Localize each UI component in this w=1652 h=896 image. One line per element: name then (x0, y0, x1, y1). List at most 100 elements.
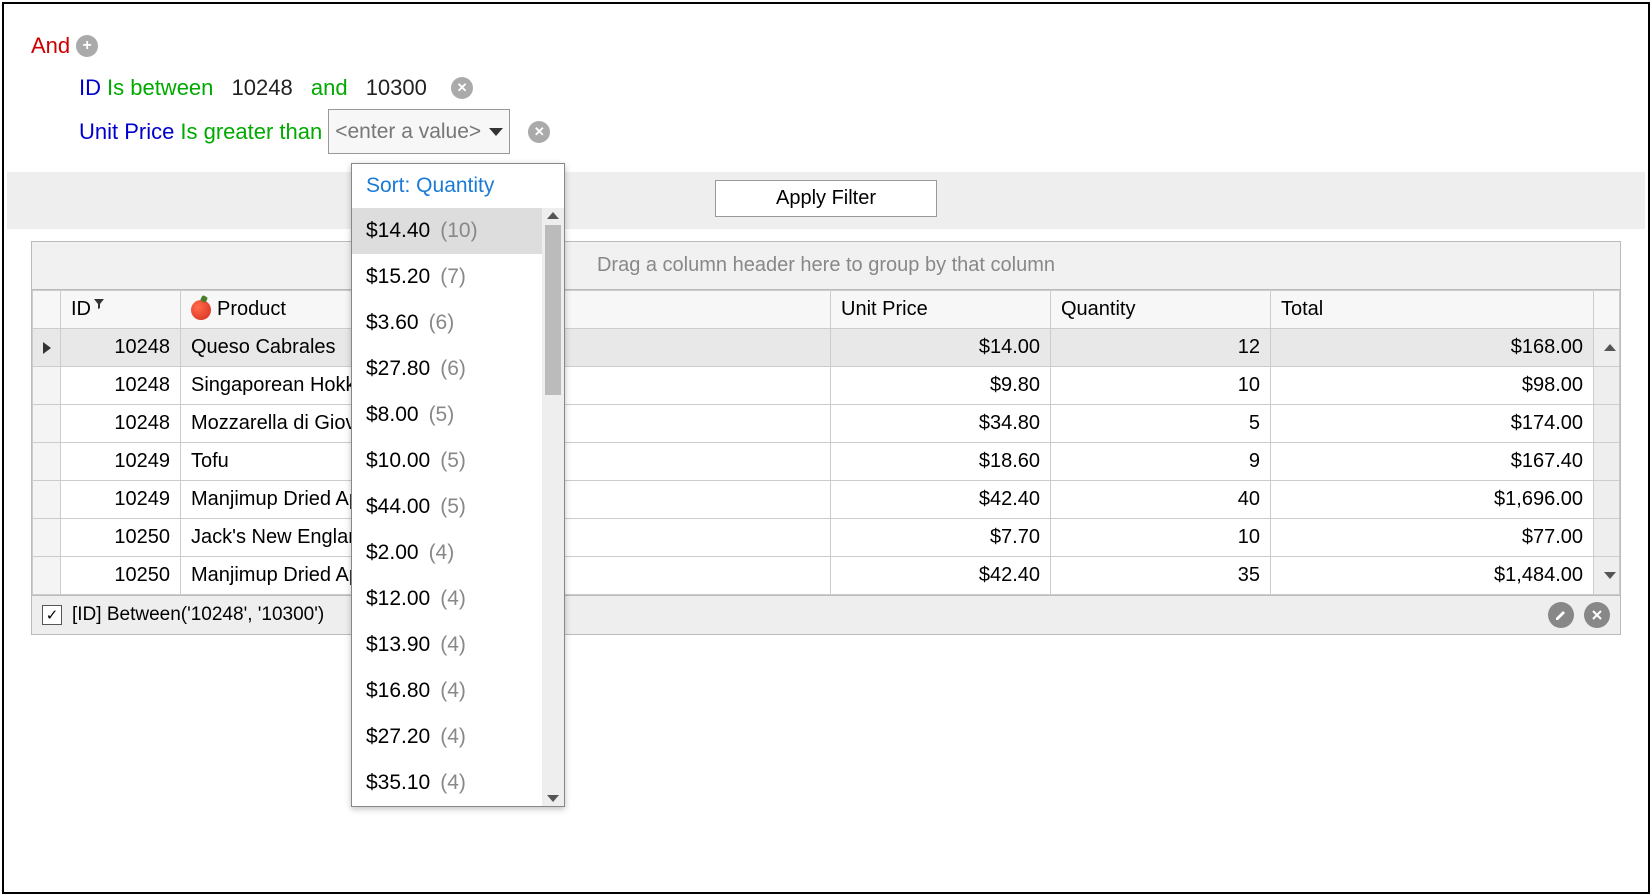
remove-condition-icon[interactable] (451, 77, 473, 99)
remove-condition-icon[interactable] (528, 121, 550, 143)
table-row[interactable]: 10248Queso Cabrales$14.0012$168.00 (33, 329, 1620, 367)
cell-quantity: 5 (1051, 405, 1271, 443)
dropdown-item-value: $27.20 (366, 725, 430, 749)
dropdown-item-count: (10) (440, 219, 477, 243)
cell-quantity: 35 (1051, 557, 1271, 595)
scrollbar-cell[interactable] (1594, 519, 1620, 557)
dropdown-item-count: (5) (440, 449, 466, 473)
dropdown-item[interactable]: $35.10 (4) (352, 760, 542, 806)
column-header-row: ID Product Unit Price Quantity Total (33, 291, 1620, 329)
cell-id: 10249 (61, 443, 181, 481)
table-row[interactable]: 10248Mozzarella di Giovanni$34.805$174.0… (33, 405, 1620, 443)
group-operator[interactable]: And (31, 25, 70, 67)
data-grid: Drag a column header here to group by th… (31, 241, 1621, 635)
dropdown-item[interactable]: $2.00(4) (352, 530, 542, 576)
dropdown-item-value: $3.60 (366, 311, 419, 335)
scrollbar-thumb[interactable] (545, 225, 561, 395)
row-indicator (33, 329, 61, 367)
scrollbar-cell[interactable] (1594, 405, 1620, 443)
dropdown-sort-link[interactable]: Sort: Quantity (352, 164, 564, 208)
dropdown-item-value: $10.00 (366, 449, 430, 473)
dropdown-item-value: $44.00 (366, 495, 430, 519)
dropdown-item[interactable]: $8.00(5) (352, 392, 542, 438)
condition-operator[interactable]: Is between (107, 67, 213, 109)
table-row[interactable]: 10250Jack's New England Clam Chowder$7.7… (33, 519, 1620, 557)
table-row[interactable]: 10248Singaporean Hokkien Fried Mee$9.801… (33, 367, 1620, 405)
scroll-up-icon[interactable] (547, 212, 559, 219)
cell-unit-price: $7.70 (831, 519, 1051, 557)
dropdown-item[interactable]: $10.00 (5) (352, 438, 542, 484)
filter-builder: And ID Is between 10248 and 10300 Unit P… (7, 7, 1645, 172)
value-placeholder: <enter a value> (335, 112, 481, 152)
filter-enabled-checkbox[interactable]: ✓ (42, 605, 62, 625)
column-header-total[interactable]: Total (1271, 291, 1594, 329)
dropdown-item[interactable]: $15.20(7) (352, 254, 542, 300)
dropdown-item[interactable]: $44.00 (5) (352, 484, 542, 530)
dropdown-item-count: (6) (429, 311, 455, 335)
apply-filter-panel: Apply Filter (7, 172, 1645, 229)
row-indicator (33, 481, 61, 519)
dropdown-item[interactable]: $12.00(4) (352, 576, 542, 622)
scrollbar-cell[interactable] (1594, 329, 1620, 367)
dropdown-item-count: (6) (440, 357, 466, 381)
condition-value-1[interactable]: 10248 (232, 67, 293, 109)
row-indicator-header (33, 291, 61, 329)
dropdown-item-value: $2.00 (366, 541, 419, 565)
dropdown-item-count: (5) (440, 495, 466, 519)
cell-id: 10248 (61, 329, 181, 367)
dropdown-item[interactable]: $14.40 (10) (352, 208, 542, 254)
scrollbar-cell[interactable] (1594, 367, 1620, 405)
dropdown-item[interactable]: $13.90(4) (352, 622, 542, 668)
column-header-unit-price[interactable]: Unit Price (831, 291, 1051, 329)
filter-condition: Unit Price Is greater than <enter a valu… (31, 109, 1621, 155)
dropdown-item-value: $16.80 (366, 679, 430, 703)
filter-condition: ID Is between 10248 and 10300 (31, 67, 1621, 109)
cell-unit-price: $14.00 (831, 329, 1051, 367)
table-row[interactable]: 10249Manjimup Dried Apples$42.4040$1,696… (33, 481, 1620, 519)
condition-field[interactable]: Unit Price (79, 111, 174, 153)
scrollbar-header (1594, 291, 1620, 329)
dropdown-item-count: (7) (440, 265, 466, 289)
cell-total: $174.00 (1271, 405, 1594, 443)
scrollbar-cell[interactable] (1594, 443, 1620, 481)
condition-operator[interactable]: Is greater than (180, 111, 322, 153)
cell-unit-price: $18.60 (831, 443, 1051, 481)
dropdown-item-count: (4) (440, 771, 466, 795)
table-row[interactable]: 10250Manjimup Dried Apples$42.4035$1,484… (33, 557, 1620, 595)
condition-field[interactable]: ID (79, 67, 101, 109)
dropdown-item[interactable]: $3.60 (6) (352, 300, 542, 346)
chevron-down-icon[interactable] (489, 128, 503, 136)
apply-filter-button[interactable]: Apply Filter (715, 180, 937, 217)
cell-unit-price: $34.80 (831, 405, 1051, 443)
scroll-down-icon[interactable] (547, 795, 559, 802)
value-dropdown-popup: Sort: Quantity $14.40 (10) $15.20(7) $3.60 (… (351, 163, 565, 807)
cell-unit-price: $42.40 (831, 481, 1051, 519)
table-row[interactable]: 10249Tofu$18.609$167.40 (33, 443, 1620, 481)
clear-filter-icon[interactable] (1584, 602, 1610, 628)
cell-id: 10250 (61, 557, 181, 595)
cell-id: 10250 (61, 519, 181, 557)
filter-icon[interactable] (93, 293, 105, 305)
row-indicator (33, 405, 61, 443)
dropdown-item-value: $8.00 (366, 403, 419, 427)
scrollbar-cell[interactable] (1594, 557, 1620, 595)
cell-quantity: 9 (1051, 443, 1271, 481)
condition-value-2[interactable]: 10300 (366, 67, 427, 109)
dropdown-scrollbar[interactable] (542, 208, 564, 806)
add-condition-icon[interactable] (76, 35, 98, 57)
edit-filter-icon[interactable] (1548, 602, 1574, 628)
dropdown-item-count: (4) (440, 587, 466, 611)
condition-value-input[interactable]: <enter a value> (328, 109, 510, 155)
dropdown-item-count: (4) (440, 679, 466, 703)
dropdown-item[interactable]: $27.20(4) (352, 714, 542, 760)
scrollbar-cell[interactable] (1594, 481, 1620, 519)
column-header-id[interactable]: ID (61, 291, 181, 329)
dropdown-item-count: (4) (440, 633, 466, 657)
group-panel[interactable]: Drag a column header here to group by th… (32, 242, 1620, 290)
dropdown-item[interactable]: $27.80(6) (352, 346, 542, 392)
row-indicator (33, 557, 61, 595)
dropdown-item-value: $35.10 (366, 771, 430, 795)
column-header-quantity[interactable]: Quantity (1051, 291, 1271, 329)
dropdown-item-value: $14.40 (366, 219, 430, 243)
dropdown-item[interactable]: $16.80 (4) (352, 668, 542, 714)
